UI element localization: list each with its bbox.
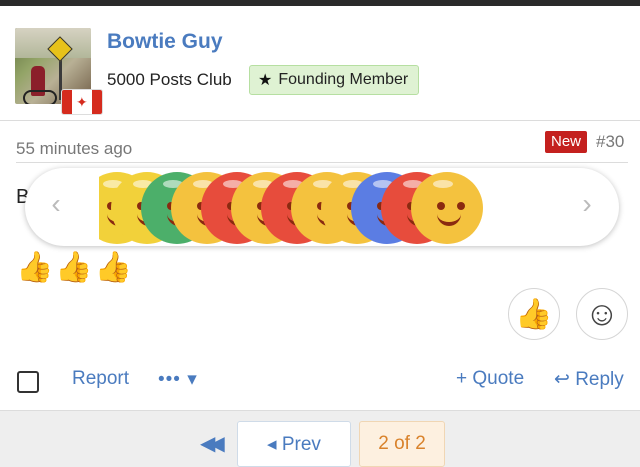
- current-page-indicator[interactable]: 2 of 2: [359, 421, 445, 467]
- like-reaction-button[interactable]: 👍: [508, 288, 560, 340]
- user-rank: 5000 Posts Club: [107, 70, 232, 89]
- thumbs-up-emojis: 👍👍👍: [16, 251, 135, 284]
- reply-button[interactable]: ↩ Reply: [554, 368, 624, 391]
- star-icon: ★: [258, 72, 273, 89]
- chevron-right-icon[interactable]: ›: [572, 188, 602, 220]
- reaction-picker: ‹ ›: [25, 168, 619, 246]
- username-link[interactable]: Bowtie Guy: [107, 30, 223, 54]
- smile-reaction-button[interactable]: ☺: [576, 288, 628, 340]
- first-page-icon[interactable]: ◀◀: [200, 431, 225, 456]
- prev-page-button[interactable]: ◂ Prev: [237, 421, 351, 467]
- quote-button[interactable]: + Quote: [456, 368, 524, 390]
- prev-page-label: ◂ Prev: [267, 433, 321, 455]
- chevron-left-icon[interactable]: ‹: [41, 188, 71, 220]
- founding-member-badge: ★ Founding Member: [249, 65, 420, 95]
- pagination: ◀◀ ◂ Prev 2 of 2: [0, 410, 640, 467]
- post-header: ✦ Bowtie Guy 5000 Posts Club ★ Founding …: [0, 6, 640, 121]
- canada-flag-icon: ✦: [62, 90, 102, 114]
- post-actions: Report ••• ▾ + Quote ↩ Reply: [0, 360, 640, 400]
- divider: [16, 162, 628, 163]
- select-checkbox[interactable]: [17, 371, 39, 393]
- reaction-face-icon[interactable]: [411, 172, 483, 244]
- badge-label: Founding Member: [278, 71, 409, 88]
- new-badge: New: [545, 131, 588, 153]
- post-number-link[interactable]: #30: [596, 131, 624, 153]
- report-link[interactable]: Report: [72, 368, 129, 390]
- post-timestamp[interactable]: 55 minutes ago: [16, 139, 132, 159]
- reaction-faces: [99, 168, 557, 246]
- more-options-menu[interactable]: ••• ▾: [158, 368, 198, 391]
